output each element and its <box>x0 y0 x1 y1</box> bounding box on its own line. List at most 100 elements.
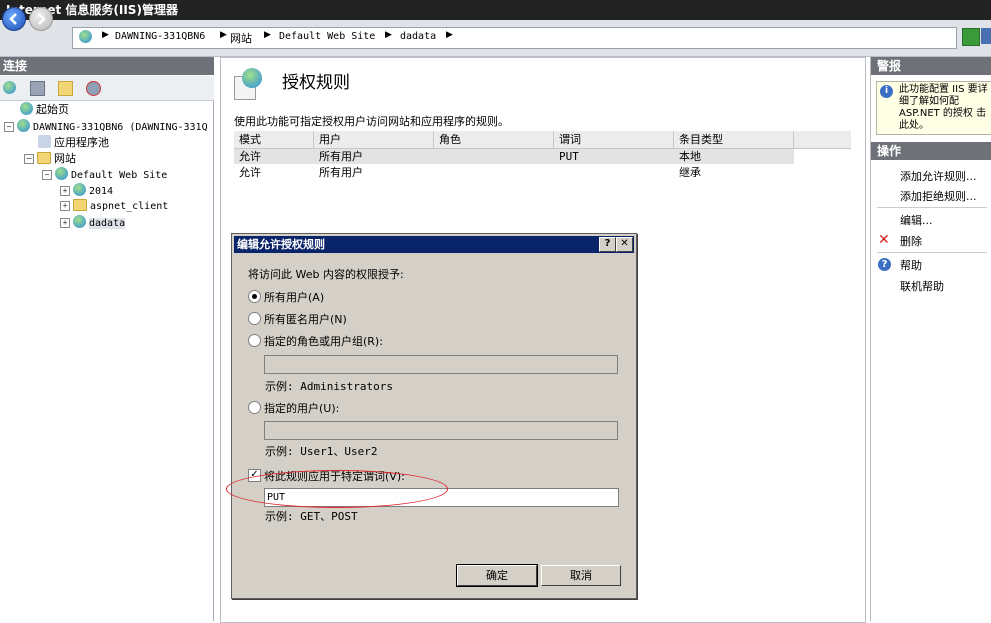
cell-verb: PUT <box>559 150 579 163</box>
column-verb[interactable]: 谓词 <box>554 131 674 148</box>
cell-entry-type: 继承 <box>679 166 701 179</box>
save-icon[interactable] <box>30 81 45 96</box>
divider <box>877 207 987 208</box>
breadcrumb-dadata[interactable]: dadata <box>400 31 436 42</box>
dialog-close-button[interactable]: ✕ <box>616 237 633 252</box>
delete-icon: ✕ <box>878 232 890 248</box>
collapse-icon[interactable]: − <box>24 154 34 164</box>
cell-user: 所有用户 <box>319 166 363 179</box>
breadcrumb-separator-icon: ▶ <box>220 30 227 40</box>
cell-entry-type: 本地 <box>679 150 701 163</box>
breadcrumb-server[interactable]: DAWNING-331QBN6 <box>115 31 205 42</box>
radio-specific-users-label[interactable]: 指定的用户(U): <box>264 400 339 416</box>
authorization-rules-icon <box>234 68 264 100</box>
table-header: 模式 用户 角色 谓词 条目类型 <box>234 131 851 149</box>
column-role[interactable]: 角色 <box>434 131 554 148</box>
tree-item-server[interactable]: − DAWNING-331QBN6 (DAWNING-331Q <box>4 119 208 135</box>
column-user[interactable]: 用户 <box>314 131 434 148</box>
add-deny-rule-link[interactable]: 添加拒绝规则... <box>900 188 977 204</box>
tree-item-label: aspnet_client <box>90 201 169 212</box>
users-input[interactable] <box>264 421 618 440</box>
info-icon: i <box>880 85 893 98</box>
page-description: 使用此功能可指定授权用户访问网站和应用程序的规则。 <box>234 115 509 128</box>
column-entry-type[interactable]: 条目类型 <box>674 131 794 148</box>
tree-item-label: 起始页 <box>36 103 69 116</box>
column-mode[interactable]: 模式 <box>234 131 314 148</box>
connections-header: 连接 <box>0 57 214 75</box>
radio-specific-users[interactable] <box>248 401 261 414</box>
alerts-header: 警报 <box>871 57 991 75</box>
address-bar[interactable]: ▶ DAWNING-331QBN6 ▶ 网站 ▶ Default Web Sit… <box>72 27 957 49</box>
forward-arrow-icon <box>38 13 46 25</box>
sites-icon <box>37 152 51 164</box>
tree-item-sites[interactable]: − 网站 <box>24 151 76 167</box>
ok-button[interactable]: 确定 <box>456 564 538 587</box>
page-title: 授权规则 <box>282 73 350 93</box>
tree-item-start-page[interactable]: 起始页 <box>20 102 69 118</box>
tree-item-app-pools[interactable]: 应用程序池 <box>38 135 109 151</box>
actions-header: 操作 <box>871 142 991 160</box>
help-link[interactable]: 帮助 <box>900 257 922 273</box>
expand-icon[interactable]: + <box>60 218 70 228</box>
breadcrumb-sites[interactable]: 网站 <box>230 30 252 46</box>
server-icon <box>17 119 30 132</box>
back-arrow-icon <box>9 13 17 25</box>
expand-icon[interactable]: + <box>60 201 70 211</box>
back-button[interactable] <box>2 7 26 31</box>
permission-prompt: 将访问此 Web 内容的权限授予: <box>248 268 404 281</box>
actions-pane: 警报 i 此功能配置 IIS 要详细了解如何配 ASP.NET 的授权 击此处。… <box>870 57 991 621</box>
alert-box: i 此功能配置 IIS 要详细了解如何配 ASP.NET 的授权 击此处。 <box>876 81 991 135</box>
delete-link[interactable]: 删除 <box>900 233 922 249</box>
expand-icon[interactable]: + <box>60 186 70 196</box>
dialog-title-bar: 编辑允许授权规则 ? ✕ <box>234 236 634 253</box>
refresh-button[interactable] <box>962 28 980 46</box>
app-globe-icon <box>73 215 86 228</box>
alert-text[interactable]: 此功能配置 IIS 要详细了解如何配 ASP.NET 的授权 击此处。 <box>899 84 989 132</box>
online-help-link[interactable]: 联机帮助 <box>900 278 944 294</box>
dialog-help-button[interactable]: ? <box>599 237 616 252</box>
annotation-ellipse <box>226 470 448 508</box>
roles-input[interactable] <box>264 355 618 374</box>
start-page-icon <box>20 102 33 115</box>
radio-anonymous-users-label[interactable]: 所有匿名用户(N) <box>264 311 347 327</box>
breadcrumb-separator-icon: ▶ <box>264 30 271 40</box>
collapse-icon[interactable]: − <box>42 170 52 180</box>
tree-item-label: DAWNING-331QBN6 (DAWNING-331Q <box>33 122 208 133</box>
tree-item-aspnet-client[interactable]: + aspnet_client <box>60 199 168 215</box>
app-pool-icon <box>38 135 51 148</box>
radio-anonymous-users[interactable] <box>248 312 261 325</box>
connections-toolbar <box>0 76 214 101</box>
globe-icon <box>79 30 92 43</box>
connections-title: 连接 <box>3 59 28 73</box>
tree-item-label: Default Web Site <box>71 170 168 181</box>
breadcrumb-default-site[interactable]: Default Web Site <box>279 31 375 42</box>
radio-roles-label[interactable]: 指定的角色或用户组(R): <box>264 333 383 349</box>
table-row[interactable]: 允许 所有用户 PUT 本地 <box>234 149 794 164</box>
radio-all-users-label[interactable]: 所有用户(A) <box>264 289 324 305</box>
actions-title: 操作 <box>877 144 902 158</box>
cancel-button[interactable]: 取消 <box>541 565 621 586</box>
connections-tree: 起始页 − DAWNING-331QBN6 (DAWNING-331Q 应用程序池… <box>0 101 214 621</box>
tree-item-dadata[interactable]: + dadata <box>60 215 126 231</box>
tree-item-label: 2014 <box>89 186 114 197</box>
radio-roles[interactable] <box>248 334 261 347</box>
help-icon[interactable] <box>981 28 991 44</box>
window-title-bar: Internet 信息服务(IIS)管理器 <box>0 0 991 20</box>
radio-all-users[interactable] <box>248 290 261 303</box>
up-folder-icon[interactable] <box>58 81 73 96</box>
cell-user: 所有用户 <box>319 150 363 163</box>
forward-button[interactable] <box>29 7 53 31</box>
edit-allow-rule-dialog: 编辑允许授权规则 ? ✕ 将访问此 Web 内容的权限授予: 所有用户(A) 所… <box>231 233 637 599</box>
help-circle-icon: ? <box>878 258 891 271</box>
tree-item-label: 网站 <box>54 152 76 165</box>
tree-item-2014[interactable]: +2014 <box>60 183 113 199</box>
connect-icon[interactable] <box>3 81 16 94</box>
window-title: Internet 信息服务(IIS)管理器 <box>6 3 178 17</box>
tree-item-label: dadata <box>89 218 126 229</box>
add-allow-rule-link[interactable]: 添加允许规则... <box>900 168 977 184</box>
tree-item-default-site[interactable]: − Default Web Site <box>42 167 167 183</box>
edit-link[interactable]: 编辑... <box>900 212 933 228</box>
collapse-icon[interactable]: − <box>4 122 14 132</box>
disconnect-icon[interactable] <box>86 81 101 96</box>
table-row[interactable]: 允许 所有用户 继承 <box>234 165 794 180</box>
